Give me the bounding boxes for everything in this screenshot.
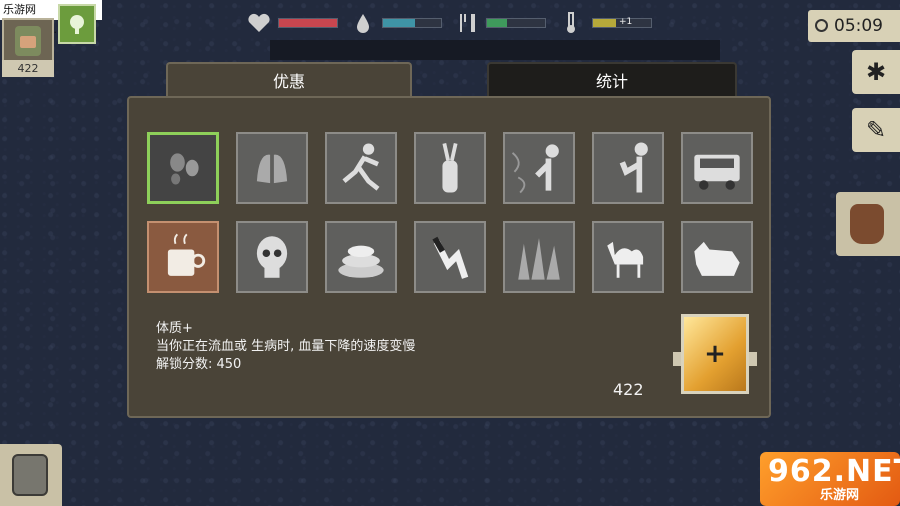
perk-tile-spikes[interactable] (503, 221, 575, 293)
runner-icon (342, 143, 380, 191)
spikes-icon (518, 238, 560, 280)
journal-button[interactable]: ✎ (852, 108, 900, 152)
fork-knife-icon (460, 14, 475, 32)
perk-tile-lungs[interactable] (236, 132, 308, 204)
backpack-icon (12, 454, 48, 496)
camel-icon (607, 241, 644, 278)
food-bar-fill (487, 19, 508, 27)
watermark-logo-sub: 乐游网 (820, 488, 860, 503)
watermark-bottom-right: 962.NET 乐游网 (760, 452, 900, 506)
water-bar-fill (383, 19, 415, 27)
hand-icon (850, 204, 884, 244)
tree-icon (70, 15, 84, 34)
perk-effect: 当你正在流血或 生病时, 血量下降的速度变慢 (156, 339, 416, 354)
water-drop-icon (357, 14, 369, 33)
health-bar-fill (279, 19, 337, 27)
health-status (246, 8, 338, 38)
player-portrait[interactable] (2, 18, 54, 62)
health-bar (278, 18, 338, 28)
shelter-button[interactable] (58, 4, 96, 44)
game-timer: 05:09 (808, 10, 900, 42)
truck-icon (694, 154, 740, 190)
tab-stats[interactable]: 统计 (487, 62, 737, 98)
food-status (456, 8, 546, 38)
perk-description: 体质+ 当你正在流血或 生病时, 血量下降的速度变慢 解锁分数: 450 (156, 320, 415, 374)
perk-tile-strong-body[interactable] (592, 132, 664, 204)
temperature-badge: +1 (619, 17, 633, 27)
stretch-icon (442, 143, 458, 193)
perks-panel: 体质+ 当你正在流血或 生病时, 血量下降的速度变慢 解锁分数: 450 422… (127, 96, 771, 418)
backpack-button[interactable] (0, 444, 62, 506)
gear-icon: ✱ (865, 58, 887, 86)
journal-icon: ✎ (865, 116, 887, 144)
bread-icon (338, 245, 384, 278)
hot-cup-icon (167, 233, 206, 276)
water-status (354, 8, 442, 38)
temperature-bar: +1 (592, 17, 652, 28)
food-bar (486, 18, 546, 28)
settings-button[interactable]: ✱ (852, 50, 900, 94)
perk-tile-skull[interactable] (236, 221, 308, 293)
glove-hand-icon (432, 236, 469, 279)
header-shadow (270, 40, 720, 60)
tab-perks[interactable]: 优惠 (166, 62, 412, 98)
player-score: 422 (2, 60, 54, 77)
blood-drops-icon (170, 153, 199, 185)
timer-text: 05:09 (834, 16, 883, 36)
skull-icon (256, 236, 288, 278)
strong-body-icon (619, 142, 648, 193)
perk-tile-camel[interactable] (592, 221, 664, 293)
perk-tile-cold-body[interactable] (503, 132, 575, 204)
water-bar (382, 18, 442, 28)
cold-body-icon (511, 144, 559, 194)
thermometer-icon (567, 12, 575, 33)
button-bracket-right (749, 352, 757, 366)
clock-icon (815, 19, 828, 32)
unlock-perk-button[interactable]: + (681, 314, 749, 394)
available-points: 422 (613, 380, 644, 399)
soldier-face-icon (15, 26, 41, 56)
perk-tile-runner[interactable] (325, 132, 397, 204)
hand-action-button[interactable] (836, 192, 900, 256)
perk-unlock-cost: 解锁分数: 450 (156, 357, 242, 372)
perk-tile-truck[interactable] (681, 132, 753, 204)
wolf-icon (694, 241, 740, 276)
perk-tile-hot-cup[interactable] (147, 221, 219, 293)
heart-icon (248, 13, 270, 32)
lungs-icon (256, 154, 288, 184)
perk-tile-glove-hand[interactable] (414, 221, 486, 293)
perk-tile-wolf[interactable] (681, 221, 753, 293)
temperature-status: +1 (562, 8, 652, 38)
temperature-bar-fill (593, 19, 617, 27)
button-bracket-left (673, 352, 681, 366)
perk-tile-blood-drops[interactable] (147, 132, 219, 204)
perk-name: 体质+ (156, 321, 193, 336)
perk-tile-stretch[interactable] (414, 132, 486, 204)
perk-tile-bread[interactable] (325, 221, 397, 293)
